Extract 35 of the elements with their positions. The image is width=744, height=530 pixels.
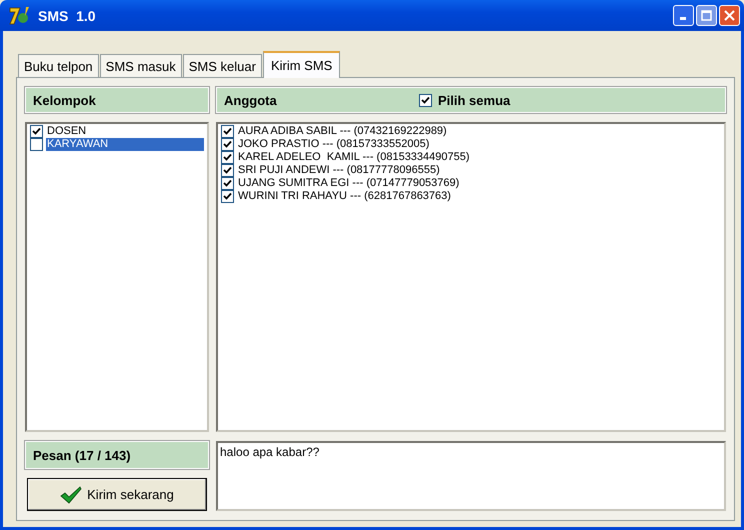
app-icon [8, 6, 32, 26]
checkbox[interactable] [221, 177, 234, 190]
list-item[interactable]: KAREL ADELEO KAMIL --- (08153334490755) [237, 151, 471, 164]
message-field[interactable]: haloo apa kabar?? [216, 441, 726, 511]
close-button[interactable] [719, 5, 740, 26]
maximize-icon [701, 10, 712, 21]
tab[interactable]: SMS keluar [182, 54, 262, 77]
tab[interactable]: SMS masuk [100, 54, 182, 77]
close-icon [724, 10, 735, 21]
checkbox[interactable] [221, 164, 234, 177]
message-label: Pesan (17 / 143) [25, 441, 209, 469]
window-title: SMS 1.0 [38, 8, 97, 24]
tab[interactable]: Kirim SMS [262, 51, 340, 78]
list-item[interactable]: SRI PUJI ANDEWI --- (08177778096555) [237, 164, 441, 177]
checkbox[interactable] [30, 138, 43, 151]
send-button[interactable]: Kirim sekarang [27, 478, 207, 511]
maximize-button[interactable] [696, 5, 717, 26]
list-item[interactable]: UJANG SUMITRA EGI --- (07147779053769) [237, 177, 460, 190]
checkbox[interactable] [221, 190, 234, 203]
list-item[interactable]: WURINI TRI RAHAYU --- (6281767863763) [237, 190, 452, 203]
select-all-label[interactable]: Pilih semua [438, 92, 510, 108]
tab[interactable]: Buku telpon [18, 54, 99, 77]
member-header: Anggota [224, 92, 278, 108]
group-header: Kelompok [25, 87, 209, 113]
checkbox[interactable] [419, 94, 432, 106]
checkbox[interactable] [221, 138, 234, 151]
checkbox[interactable] [221, 151, 234, 164]
list-item[interactable]: DOSEN [46, 125, 88, 138]
check-icon [60, 486, 82, 504]
checkbox[interactable] [30, 125, 43, 138]
minimize-button[interactable] [673, 5, 694, 26]
list-item[interactable]: AURA ADIBA SABIL --- (07432169222989) [237, 125, 448, 138]
checkbox[interactable] [221, 125, 234, 138]
list-item[interactable]: JOKO PRASTIO --- (08157333552005) [237, 138, 430, 151]
list-item[interactable]: KARYAWAN [46, 138, 204, 151]
